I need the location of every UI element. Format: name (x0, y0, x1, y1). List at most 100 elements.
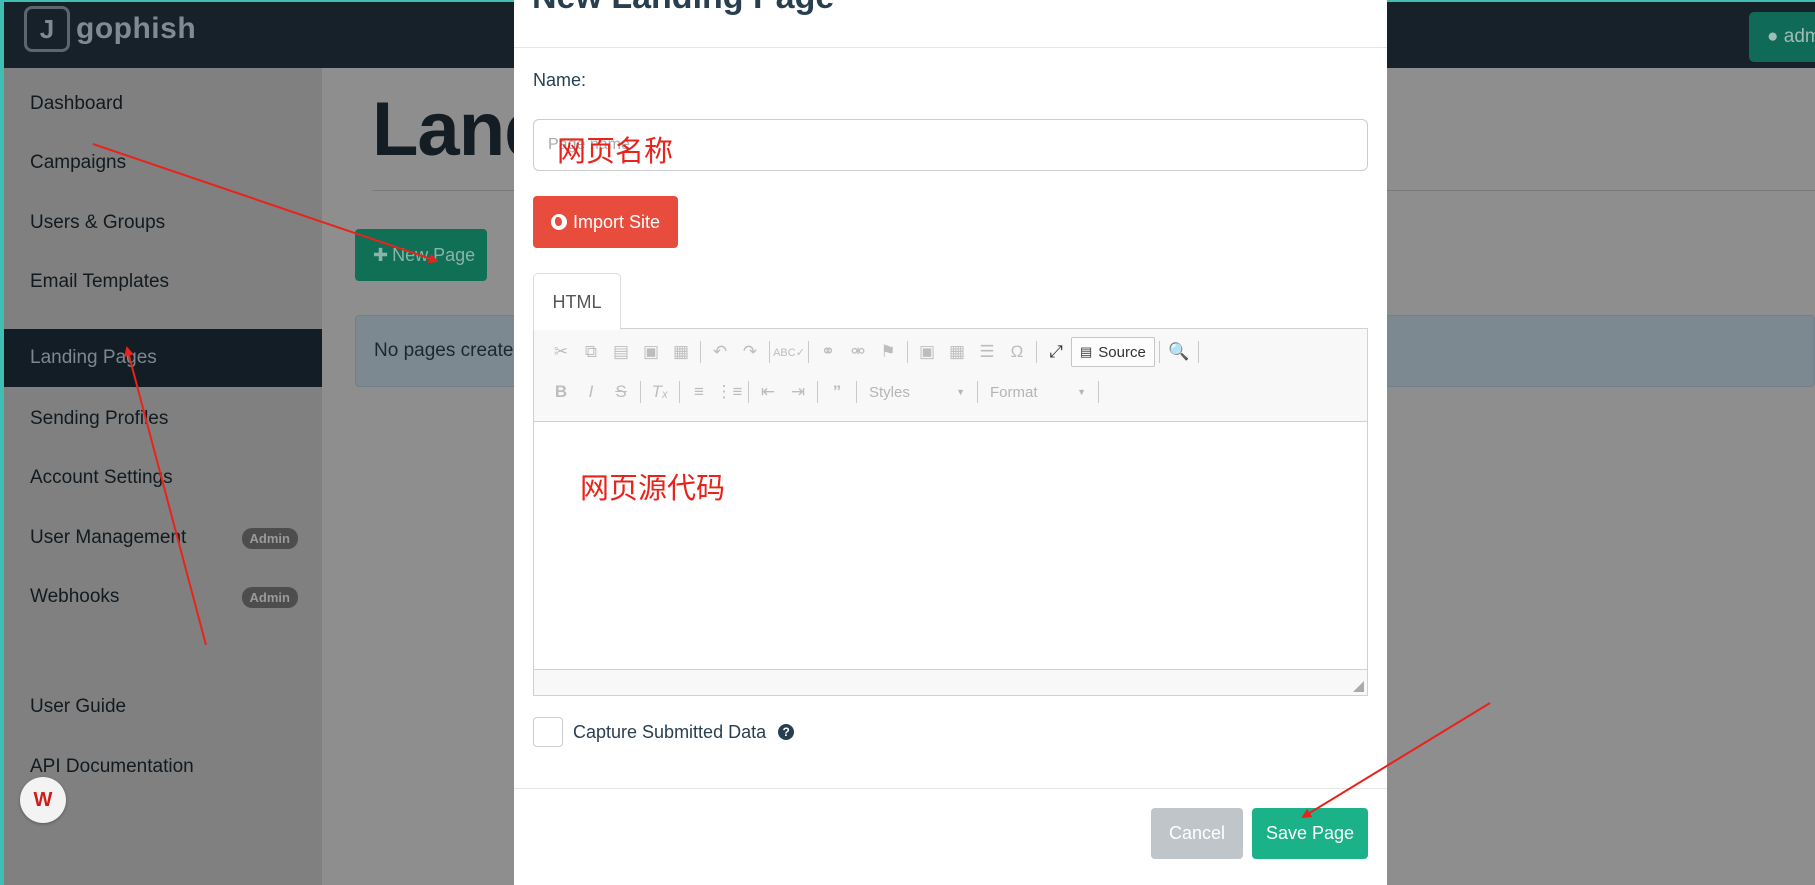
import-site-button[interactable]: Import Site (533, 196, 678, 248)
sidebar-item-dashboard[interactable]: Dashboard (4, 75, 322, 133)
resize-grip-icon[interactable] (1353, 681, 1364, 692)
wps-floating-icon[interactable]: W (20, 777, 66, 823)
link-icon[interactable]: ⚭ (813, 338, 843, 366)
unlink-icon[interactable]: ⚮ (843, 338, 873, 366)
cancel-button[interactable]: Cancel (1151, 808, 1243, 859)
sidebar-item-landing-pages[interactable]: Landing Pages (4, 329, 322, 387)
import-site-label: Import Site (573, 211, 661, 232)
admin-badge: Admin (241, 586, 298, 608)
sidebar-item-campaigns[interactable]: Campaigns (4, 134, 322, 192)
toolbar-separator (977, 381, 978, 403)
paste-icon[interactable]: ▤ (606, 338, 636, 366)
remove-format-icon[interactable]: Tₓ (645, 378, 675, 406)
undo-icon[interactable]: ↶ (705, 338, 735, 366)
brand-name: gophish (76, 12, 197, 45)
user-menu-label: adm (1783, 26, 1815, 47)
toolbar-separator (817, 381, 818, 403)
tab-html-label: HTML (552, 291, 602, 312)
copy-icon[interactable]: ⧉ (576, 338, 606, 366)
italic-icon[interactable]: I (576, 378, 606, 406)
source-label: Source (1098, 343, 1146, 361)
new-page-button[interactable]: ✚ New Page (355, 229, 487, 281)
user-menu-button[interactable]: ● adm (1749, 12, 1815, 62)
toolbar-separator (700, 341, 701, 363)
sidebar-item-label: Dashboard (30, 93, 123, 114)
toolbar-separator (769, 341, 770, 363)
name-label: Name: (533, 70, 587, 90)
outdent-icon[interactable]: ⇤ (753, 378, 783, 406)
sidebar-item-email-templates[interactable]: Email Templates (4, 253, 322, 311)
capture-data-checkbox[interactable] (533, 717, 563, 747)
editor-content-area[interactable] (534, 422, 1367, 669)
sidebar: Dashboard Campaigns Users & Groups Email… (4, 68, 322, 885)
source-doc-icon: ▤ (1080, 344, 1093, 359)
capture-data-label: Capture Submitted Data (573, 721, 767, 742)
toolbar-separator (1036, 341, 1037, 363)
toolbar-separator (856, 381, 857, 403)
table-icon[interactable]: ▦ (942, 338, 972, 366)
sidebar-item-label: User Management (30, 527, 187, 548)
sidebar-item-user-management[interactable]: User Management Admin (4, 509, 322, 567)
caret-down-icon: ▼ (956, 387, 965, 397)
cut-icon[interactable]: ✂ (546, 338, 576, 366)
source-button[interactable]: ▤ Source (1071, 337, 1155, 367)
blockquote-icon[interactable]: ” (822, 378, 852, 406)
sidebar-item-user-guide[interactable]: User Guide (4, 678, 322, 736)
sidebar-item-label: API Documentation (30, 756, 194, 777)
toolbar-row-2: B I S Tₓ ≡ ⋮≡ ⇤ ⇥ ” Styles ▼ Format ▼ (546, 377, 1103, 407)
admin-badge: Admin (241, 527, 298, 549)
editor-status-bar (534, 669, 1367, 695)
indent-icon[interactable]: ⇥ (783, 378, 813, 406)
paste-word-icon[interactable]: ▦ (666, 338, 696, 366)
sidebar-item-users-groups[interactable]: Users & Groups (4, 194, 322, 252)
sidebar-item-webhooks[interactable]: Webhooks Admin (4, 568, 322, 626)
new-page-label: New Page (392, 244, 476, 265)
special-char-icon[interactable]: Ω (1002, 338, 1032, 366)
capture-data-row: Capture Submitted Data ? (533, 717, 795, 747)
annotation-source-note: 网页源代码 (580, 471, 726, 505)
sidebar-item-account-settings[interactable]: Account Settings (4, 449, 322, 507)
preview-icon[interactable]: 🔍 (1164, 338, 1194, 366)
sidebar-item-label: Users & Groups (30, 212, 166, 233)
toolbar-separator (1197, 341, 1199, 363)
toolbar-separator (1158, 341, 1160, 363)
sidebar-item-label: Webhooks (30, 586, 120, 607)
sidebar-item-label: Email Templates (30, 271, 170, 292)
sidebar-item-label: Campaigns (30, 152, 127, 173)
tab-html[interactable]: HTML (533, 273, 621, 330)
caret-down-icon: ▼ (1077, 387, 1086, 397)
format-dropdown[interactable]: Format ▼ (982, 379, 1094, 405)
editor-toolbar: ✂ ⧉ ▤ ▣ ▦ ↶ ↷ ABC✓ ⚭ ⚮ ⚑ ▣ ▦ ☰ Ω ⤢ ▤ Sou… (534, 329, 1367, 422)
strikethrough-icon[interactable]: S (606, 378, 636, 406)
format-label: Format (990, 383, 1038, 401)
bold-icon[interactable]: B (546, 378, 576, 406)
styles-label: Styles (869, 383, 910, 401)
toolbar-separator (808, 341, 809, 363)
spellcheck-icon[interactable]: ABC✓ (773, 338, 805, 366)
sidebar-item-sending-profiles[interactable]: Sending Profiles (4, 390, 322, 448)
toolbar-separator (640, 381, 641, 403)
save-page-button[interactable]: Save Page (1252, 808, 1368, 859)
maximize-icon[interactable]: ⤢ (1041, 338, 1071, 366)
horizontal-rule-icon[interactable]: ☰ (972, 338, 1002, 366)
toolbar-separator (679, 381, 680, 403)
modal-header: New Landing Page (514, 0, 1387, 48)
gophish-logo-icon: J (24, 6, 70, 52)
bulleted-list-icon[interactable]: ⋮≡ (714, 378, 744, 406)
globe-icon (551, 214, 567, 230)
image-icon[interactable]: ▣ (912, 338, 942, 366)
toolbar-row-1: ✂ ⧉ ▤ ▣ ▦ ↶ ↷ ABC✓ ⚭ ⚮ ⚑ ▣ ▦ ☰ Ω ⤢ ▤ Sou… (546, 337, 1203, 367)
brand[interactable]: J gophish (24, 6, 196, 52)
paste-text-icon[interactable]: ▣ (636, 338, 666, 366)
toolbar-separator (748, 381, 749, 403)
modal-footer-divider (514, 788, 1387, 789)
question-circle-icon[interactable]: ? (778, 724, 795, 740)
redo-icon[interactable]: ↷ (735, 338, 765, 366)
numbered-list-icon[interactable]: ≡ (684, 378, 714, 406)
alert-text: No pages created (374, 340, 524, 361)
sidebar-item-label: Landing Pages (30, 347, 157, 368)
annotation-page-name-note: 网页名称 (557, 134, 674, 168)
sidebar-item-label: Account Settings (30, 467, 173, 488)
anchor-flag-icon[interactable]: ⚑ (873, 338, 903, 366)
styles-dropdown[interactable]: Styles ▼ (861, 379, 973, 405)
